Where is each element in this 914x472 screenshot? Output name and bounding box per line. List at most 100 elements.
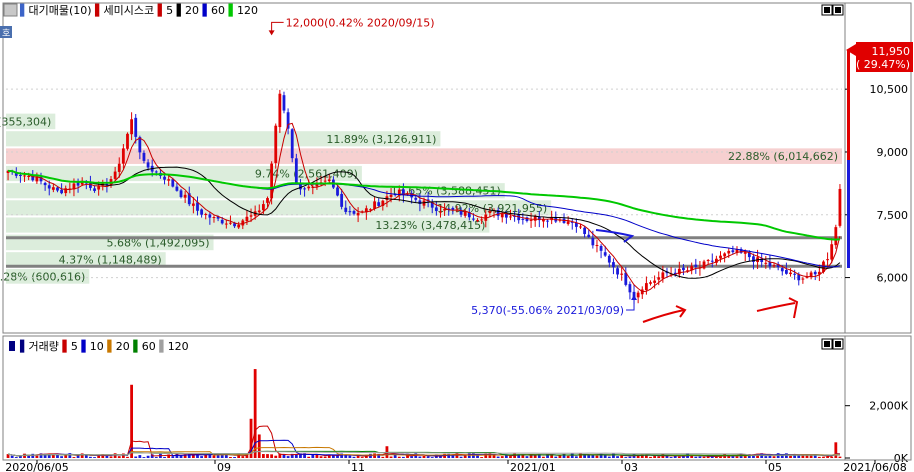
price-legend: ▌대기매물(10) ▌세미시스코 ▌5 ▌20 ▌60 ▌120 <box>19 3 258 17</box>
volume-panel-frame <box>2 335 846 461</box>
volume-panel-maximize-button[interactable] <box>821 338 833 350</box>
low-annotation-label: 5,370(-55.06% 2021/03/09) <box>471 304 624 317</box>
volume-bar <box>426 456 430 458</box>
x-tick-label: 2020/06/05 <box>5 461 68 472</box>
volume-bar <box>241 456 245 458</box>
volume-bar <box>418 456 422 458</box>
candle-body <box>612 262 615 268</box>
volume-bar <box>138 455 142 458</box>
volume-bar <box>603 455 607 458</box>
volume-bar <box>525 456 529 458</box>
candle-body <box>830 244 834 260</box>
price-panel-close-button[interactable] <box>832 4 844 16</box>
candle-body <box>599 245 603 251</box>
x-tick-label: 2021/01 <box>510 461 556 472</box>
candle-body <box>727 250 731 254</box>
candle-body <box>167 179 171 181</box>
volume-bar <box>352 456 356 458</box>
candle-body <box>220 219 224 224</box>
candle-body <box>266 198 269 203</box>
legend-item: 60 <box>211 4 225 17</box>
candle-body <box>439 211 442 213</box>
candle-body <box>566 221 570 224</box>
candle-body <box>587 234 591 238</box>
volume-bar <box>274 455 278 458</box>
candle-body <box>653 280 657 283</box>
candle-body <box>130 119 134 135</box>
candle-body <box>620 273 624 275</box>
volume-bar <box>323 456 327 458</box>
legend-item: 120 <box>168 340 189 353</box>
candle-body <box>204 213 208 215</box>
candle-body <box>377 202 381 206</box>
legend-item: 대기매물(10) <box>28 4 91 17</box>
volume-bar <box>266 454 269 458</box>
volume-bar <box>509 456 512 458</box>
volume-bar <box>817 456 821 458</box>
candle-body <box>434 207 438 212</box>
candle-body <box>476 220 479 222</box>
candle-body <box>780 268 784 272</box>
volume-bar <box>200 456 204 458</box>
candle-body <box>356 212 360 216</box>
candle-body <box>657 277 661 280</box>
candle-body <box>142 152 146 161</box>
volume-bar <box>72 457 76 458</box>
volume-bar <box>212 455 216 458</box>
volume-profile-label: 2.28% (600,616) <box>0 270 85 283</box>
candle-body <box>179 190 183 198</box>
candle-body <box>274 125 278 163</box>
candle-body <box>509 216 512 218</box>
volume-bar <box>117 456 121 458</box>
volume-panel-close-button[interactable] <box>832 338 844 350</box>
candle-body <box>257 210 261 213</box>
candle-body <box>834 227 838 246</box>
candle-body <box>200 209 204 215</box>
candle-body <box>706 260 710 262</box>
candle-body <box>175 186 179 191</box>
volume-legend: ▌거래량 ▌5 ▌10 ▌20 ▌60 ▌120 <box>19 339 189 353</box>
candle-body <box>595 245 599 247</box>
volume-bar <box>579 453 582 458</box>
legend-swatch: ▌ <box>19 3 28 17</box>
volume-bar <box>89 456 92 458</box>
volume-bar <box>624 457 628 458</box>
legend-swatch: ▌ <box>61 339 70 353</box>
candle-body <box>212 217 216 219</box>
volume-bar <box>558 455 562 458</box>
legend-badge[interactable] <box>3 3 18 17</box>
candle-body <box>245 216 249 222</box>
candle-body <box>27 175 31 177</box>
candle-body <box>51 187 55 190</box>
volume-profile-band <box>6 148 842 164</box>
price-panel-maximize-button[interactable] <box>821 4 833 16</box>
volume-bar <box>319 456 323 458</box>
price-tick-label: 10,500 <box>870 83 909 96</box>
legend-swatch: ▌ <box>176 3 185 17</box>
volume-bar <box>570 453 574 458</box>
legend-item: 120 <box>237 4 258 17</box>
volume-bar <box>649 456 652 458</box>
candle-body <box>731 250 735 253</box>
volume-bar <box>714 456 718 458</box>
volume-bar <box>772 456 776 458</box>
candle-body <box>126 133 129 149</box>
candle-body <box>785 269 788 274</box>
legend-item: 거래량 <box>28 340 58 353</box>
x-tick-label: 03 <box>624 461 638 472</box>
candle-body <box>294 158 298 184</box>
candle-body <box>303 188 306 190</box>
volume-bar <box>410 456 414 458</box>
volume-bar <box>113 453 117 458</box>
volume-bar <box>496 456 500 458</box>
volume-bar <box>171 456 175 458</box>
candle-body <box>163 176 166 180</box>
volume-bar <box>702 456 706 458</box>
candle-body <box>261 204 265 211</box>
volume-profile-label: 4.37% (1,148,489) <box>59 254 162 267</box>
legend-item: 5 <box>166 4 173 17</box>
volume-bar <box>616 456 619 458</box>
candle-body <box>93 188 96 191</box>
high-annotation-label: 12,000(0.42% 2020/09/15) <box>286 16 435 29</box>
legend-item: 20 <box>185 4 199 17</box>
